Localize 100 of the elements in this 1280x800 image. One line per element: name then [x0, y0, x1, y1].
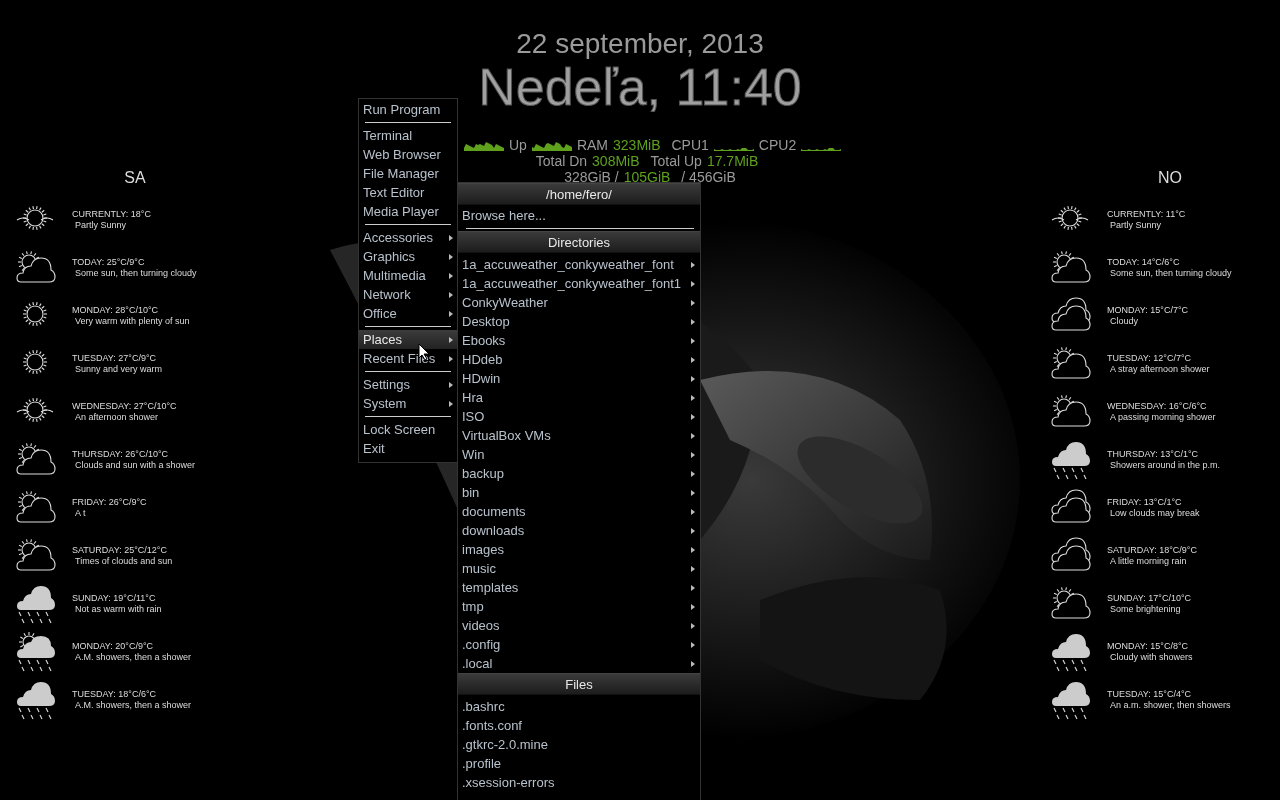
folder-item[interactable]: Ebooks [458, 331, 700, 350]
folder-item[interactable]: bin [458, 483, 700, 502]
menu-item[interactable]: Media Player [359, 202, 457, 221]
forecast-heading: MONDAY: 20°C/9°C [72, 641, 155, 652]
file-item[interactable]: .xsession-errors [458, 773, 700, 792]
forecast-heading: TUESDAY: 12°C/7°C [1107, 353, 1193, 364]
menu-item[interactable]: Terminal [359, 126, 457, 145]
folder-item[interactable]: music [458, 559, 700, 578]
forecast-summary: Some sun, then turning cloudy [74, 268, 197, 279]
graph-icon [713, 148, 754, 151]
file-item[interactable]: .profile [458, 754, 700, 773]
file-item[interactable]: .gtkrc-2.0.mine [458, 735, 700, 754]
folder-item[interactable]: backup [458, 464, 700, 483]
submenu-arrow-icon [691, 489, 695, 496]
folder-item[interactable]: videos [458, 616, 700, 635]
file-item[interactable]: .bashrc [458, 697, 700, 716]
forecast-summary: An a.m. shower, then showers [1109, 700, 1231, 711]
menu-item[interactable]: Office [359, 304, 457, 323]
folder-item[interactable]: Hra [458, 388, 700, 407]
stat-value: 308MiB [592, 153, 640, 169]
submenu-arrow-icon [691, 432, 695, 439]
menu-item[interactable]: Run Program [359, 100, 457, 119]
menu-item[interactable]: Web Browser [359, 145, 457, 164]
folder-item[interactable]: 1a_accuweather_conkyweather_font [458, 255, 700, 274]
folder-item[interactable]: Win [458, 445, 700, 464]
forecast-summary: Partly Sunny [74, 220, 128, 231]
submenu-arrow-icon [449, 400, 453, 407]
stat-value: 323MiB [613, 137, 661, 153]
stat-label: CPU1 [671, 137, 709, 153]
forecast-summary: Sunny and very warm [74, 364, 163, 375]
menu-item[interactable]: Network [359, 285, 457, 304]
folder-item[interactable]: HDwin [458, 369, 700, 388]
menu-item[interactable]: Browse here... [462, 207, 696, 224]
stat-label: Total Up [650, 153, 702, 169]
submenu-arrow-icon [691, 584, 695, 591]
submenu-arrow-icon [449, 310, 453, 317]
forecast-heading: TUESDAY: 27°C/9°C [72, 353, 158, 364]
folder-item[interactable]: Desktop [458, 312, 700, 331]
forecast-heading: THURSDAY: 26°C/10°C [72, 449, 170, 460]
forecast-heading: MONDAY: 28°C/10°C [72, 305, 160, 316]
forecast-summary: A little morning rain [1109, 556, 1188, 567]
folder-item[interactable]: templates [458, 578, 700, 597]
location-title: SA [123, 168, 147, 188]
forecast-summary: Clouds and sun with a shower [74, 460, 196, 471]
forecast-heading: TUESDAY: 15°C/4°C [1107, 689, 1193, 700]
file-item[interactable]: .fonts.conf [458, 716, 700, 735]
folder-item[interactable]: VirtualBox VMs [458, 426, 700, 445]
stat-value: 17.7MiB [706, 153, 759, 169]
menu-item[interactable]: Exit [359, 439, 457, 458]
submenu-arrow-icon [449, 234, 453, 241]
forecast-heading: THURSDAY: 13°C/1°C [1107, 449, 1200, 460]
section-header: Files [458, 673, 700, 695]
menu-item[interactable]: Text Editor [359, 183, 457, 202]
submenu-arrow-icon [691, 508, 695, 515]
menu-header: /home/fero/ [458, 183, 700, 205]
menu-item[interactable]: Graphics [359, 247, 457, 266]
forecast-summary: Some sun, then turning cloudy [1109, 268, 1232, 279]
folder-item[interactable]: HDdeb [458, 350, 700, 369]
submenu-arrow-icon [449, 272, 453, 279]
menu-item[interactable]: Multimedia [359, 266, 457, 285]
forecast-heading: WEDNESDAY: 27°C/10°C [72, 401, 177, 412]
forecast-summary: A.M. showers, then a shower [74, 700, 192, 711]
menu-item[interactable]: Lock Screen [359, 420, 457, 439]
folder-item[interactable]: images [458, 540, 700, 559]
folder-item[interactable]: .config [458, 635, 700, 654]
graph-icon [464, 139, 504, 151]
submenu-arrow-icon [449, 253, 453, 260]
submenu-arrow-icon [691, 261, 695, 268]
menu-item[interactable]: Settings [359, 375, 457, 394]
stat-label: 328GiB / [564, 169, 619, 185]
date-text: 22 september, 2013 [516, 28, 764, 60]
menu-item[interactable]: File Manager [359, 164, 457, 183]
stat-label: Up [509, 137, 527, 153]
folder-item[interactable]: ConkyWeather [458, 293, 700, 312]
submenu-arrow-icon [449, 355, 453, 362]
forecast-summary: A.M. showers, then a shower [74, 652, 192, 663]
folder-item[interactable]: 1a_accuweather_conkyweather_font1 [458, 274, 700, 293]
menu-item[interactable]: Accessories [359, 228, 457, 247]
folder-item[interactable]: ISO [458, 407, 700, 426]
forecast-summary: A stray afternoon shower [1109, 364, 1210, 375]
menu-item[interactable]: System [359, 394, 457, 413]
forecast-summary: Not as warm with rain [74, 604, 162, 615]
forecast-heading: FRIDAY: 26°C/9°C [72, 497, 147, 508]
submenu-arrow-icon [691, 394, 695, 401]
submenu-arrow-icon [449, 381, 453, 388]
stat-label: CPU2 [758, 137, 797, 153]
submenu-arrow-icon [449, 291, 453, 298]
submenu-arrow-icon [691, 280, 695, 287]
submenu-arrow-icon [691, 356, 695, 363]
stat-label: Total Dn [535, 153, 588, 169]
submenu-arrow-icon [691, 622, 695, 629]
submenu-arrow-icon [691, 565, 695, 572]
folder-item[interactable]: tmp [458, 597, 700, 616]
folder-item[interactable]: .local [458, 654, 700, 673]
submenu-arrow-icon [691, 603, 695, 610]
folder-item[interactable]: documents [458, 502, 700, 521]
menu-item[interactable]: Places [359, 330, 457, 349]
forecast-summary: A t [74, 508, 87, 519]
folder-item[interactable]: downloads [458, 521, 700, 540]
stat-label: / 456GiB [681, 169, 736, 185]
